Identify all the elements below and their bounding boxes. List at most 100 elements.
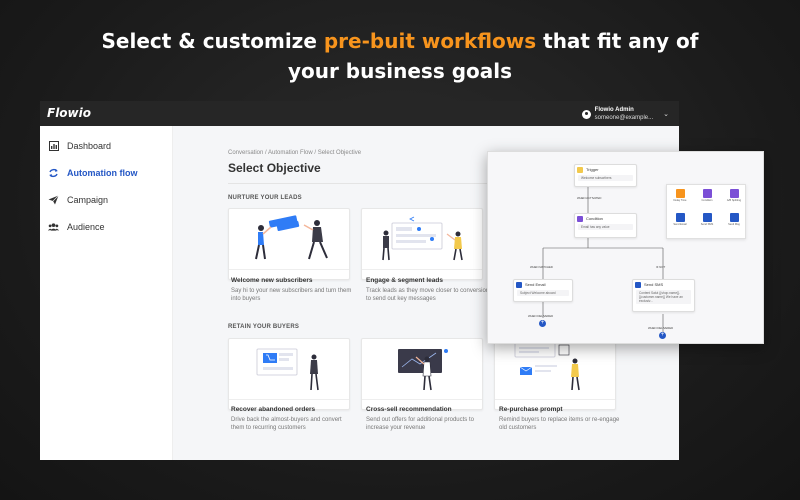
- headline-text-1: Select & customize: [101, 29, 324, 53]
- recover-illustration: [256, 348, 319, 391]
- palette-label: Condition: [701, 199, 713, 202]
- when-matched-label: WHEN MATCHED: [530, 265, 553, 269]
- palette-send-email[interactable]: Send Email: [670, 213, 690, 226]
- palette-send-sms[interactable]: Send SMS: [697, 213, 717, 226]
- card-engage-segment-leads[interactable]: [361, 208, 483, 280]
- node-header: Send Email: [514, 280, 572, 289]
- card-text-re-purchase: Re-purchase prompt Remind buyers to repl…: [499, 406, 623, 432]
- card-title: Re-purchase prompt: [499, 406, 563, 413]
- flow-node-condition[interactable]: Condition Email has any value: [574, 213, 637, 238]
- sidebar-item-audience[interactable]: Audience: [48, 219, 168, 235]
- node-body: Welcome subscribers: [578, 175, 633, 181]
- sync-arrows-icon: [48, 168, 59, 179]
- chart-bar-icon: [48, 141, 59, 152]
- app-logo[interactable]: Flowio: [47, 106, 91, 120]
- users-icon: [48, 222, 59, 233]
- node-header: Condition: [575, 214, 636, 223]
- card-text-cross-sell: Cross-sell recommendation Send out offer…: [366, 406, 490, 432]
- breadcrumb[interactable]: Conversation / Automation Flow / Select …: [228, 150, 361, 156]
- user-menu[interactable]: Flowio Admin someone@example... ⌄: [581, 105, 669, 123]
- sidebar-item-label: Campaign: [67, 195, 109, 205]
- divider: [228, 183, 488, 184]
- headline-line-1: Select & customize pre-buit workflows th…: [0, 26, 800, 56]
- condition-icon: [702, 189, 712, 198]
- palette-send-msg[interactable]: Send Msg: [724, 213, 744, 226]
- headline-accent: pre-buit workflows: [323, 29, 537, 53]
- flow-node-send-email[interactable]: Send Email Subject Welcome aboard: [513, 279, 573, 302]
- user-name: Flowio Admin: [594, 107, 634, 113]
- engage-illustration: [382, 216, 463, 261]
- email-icon: [675, 213, 685, 222]
- card-description: Say hi to your new subscribers and turn …: [231, 288, 352, 302]
- card-description: Drive back the almost-buyers and convert…: [231, 417, 342, 431]
- card-title: Cross-sell recommendation: [366, 406, 452, 413]
- palette-label: Delay Time: [673, 199, 687, 202]
- node-body: Subject Welcome aboard: [517, 290, 569, 296]
- node-title: Condition: [586, 216, 603, 221]
- condition-icon: [577, 215, 583, 222]
- cross-sell-illustration: [398, 349, 448, 391]
- user-email: someone@example...: [594, 115, 654, 121]
- card-title: Recover abandoned orders: [231, 406, 316, 413]
- node-header: Trigger: [575, 165, 636, 174]
- chevron-down-icon[interactable]: ⌄: [663, 110, 669, 118]
- node-body: Email has any value: [578, 224, 633, 230]
- palette-label: Send Msg: [728, 223, 740, 226]
- card-description: Send out offers for additional products …: [366, 417, 474, 431]
- paper-plane-icon: [48, 195, 59, 206]
- palette-ab-splitting[interactable]: A/B Splitting: [724, 189, 744, 202]
- section-label-retain: RETAIN YOUR BUYERS: [228, 324, 300, 330]
- top-bar: Flowio Flowio Admin someone@example... ⌄: [40, 101, 679, 126]
- sms-icon: [702, 213, 712, 222]
- palette-label: Send SMS: [700, 223, 714, 226]
- flow-node-trigger[interactable]: Trigger Welcome subscribers: [574, 164, 637, 187]
- workflow-preview: Trigger Welcome subscribers WHEN ACTIVAT…: [487, 151, 764, 344]
- add-step-button-right[interactable]: +: [659, 332, 666, 339]
- sidebar-item-label: Dashboard: [67, 141, 112, 151]
- message-icon: [729, 213, 739, 222]
- when-delivered-label-left: WHEN DELIVERED: [528, 314, 554, 318]
- sidebar-item-label: Audience: [67, 222, 105, 232]
- user-avatar-icon: [581, 109, 591, 119]
- sidebar-item-dashboard[interactable]: Dashboard: [48, 138, 168, 154]
- card-text-engage: Engage & segment leads Track leads as th…: [366, 277, 490, 303]
- headline-line-2: your business goals: [287, 59, 513, 83]
- palette-condition[interactable]: Condition: [697, 189, 717, 202]
- if-not-label: IF NOT: [656, 265, 666, 269]
- welcome-illustration: [255, 215, 328, 260]
- node-title: Trigger: [586, 167, 599, 172]
- card-welcome-new-subscribers[interactable]: [228, 208, 350, 280]
- email-icon: [516, 281, 522, 288]
- sidebar-item-campaign[interactable]: Campaign: [48, 192, 168, 208]
- card-recover-abandoned-orders[interactable]: [228, 338, 350, 410]
- card-title: Welcome new subscribers: [231, 277, 313, 284]
- add-step-button-left[interactable]: +: [539, 320, 546, 327]
- card-text-welcome: Welcome new subscribers Say hi to your n…: [231, 277, 355, 303]
- node-title: Send SMS: [644, 282, 664, 287]
- sidebar: Dashboard Automation flow Campaign Audie…: [40, 126, 173, 460]
- split-icon: [729, 189, 739, 198]
- card-title: Engage & segment leads: [366, 277, 443, 284]
- node-body: Content Salut {{shop.name}}. {{customer.…: [636, 290, 691, 304]
- card-cross-sell-recommendation[interactable]: [361, 338, 483, 410]
- sidebar-item-automation-flow[interactable]: Automation flow: [48, 165, 168, 181]
- palette-label: Send Email: [673, 223, 687, 226]
- page-title: Select Objective: [228, 161, 321, 175]
- palette-label: A/B Splitting: [726, 199, 742, 202]
- re-purchase-illustration: [514, 342, 580, 391]
- card-description: Track leads as they move closer to conve…: [366, 288, 490, 302]
- card-description: Remind buyers to replace items or re-eng…: [499, 417, 620, 431]
- card-text-recover: Recover abandoned orders Drive back the …: [231, 406, 355, 432]
- sidebar-item-label: Automation flow: [67, 168, 138, 178]
- step-palette: Delay Time Condition A/B Splitting Send …: [666, 184, 746, 239]
- flow-node-send-sms[interactable]: Send SMS Content Salut {{shop.name}}. {{…: [632, 279, 695, 312]
- palette-delay-time[interactable]: Delay Time: [670, 189, 690, 202]
- headline-text-2: that fit any of: [536, 29, 699, 53]
- section-label-nurture: NURTURE YOUR LEADS: [228, 195, 302, 201]
- marketing-headline: Select & customize pre-buit workflows th…: [0, 26, 800, 86]
- clock-icon: [675, 189, 685, 198]
- sms-icon: [635, 281, 641, 288]
- card-re-purchase-prompt[interactable]: [494, 338, 616, 410]
- node-title: Send Email: [525, 282, 546, 287]
- when-activated-label: WHEN ACTIVATED: [577, 196, 602, 200]
